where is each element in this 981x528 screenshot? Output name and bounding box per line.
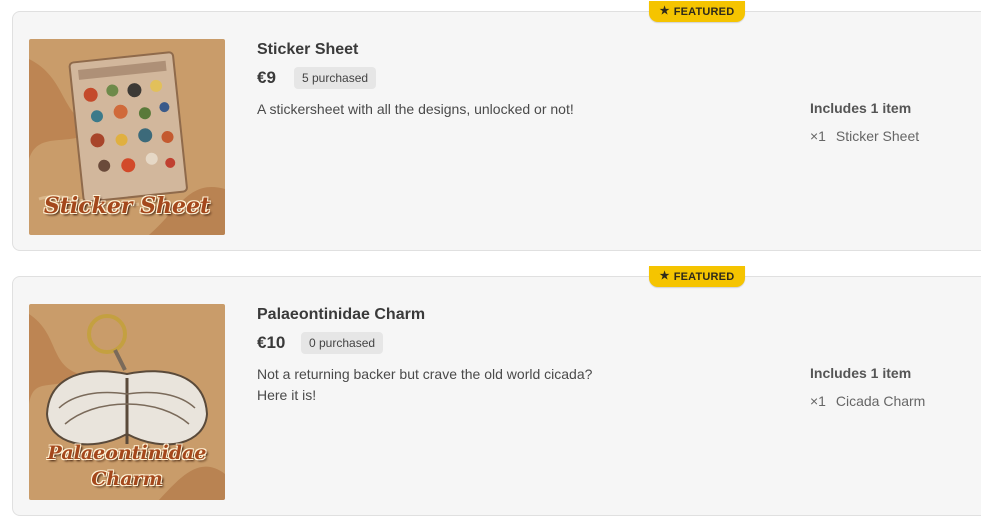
product-description: Not a returning backer but crave the old… <box>257 366 593 403</box>
star-icon: ★ <box>659 5 670 17</box>
item-name: Sticker Sheet <box>835 128 920 144</box>
star-icon: ★ <box>659 270 670 282</box>
featured-badge: ★ FEATURED <box>649 1 745 22</box>
product-price: €10 <box>257 333 286 352</box>
item-quantity: ×1 <box>810 128 826 144</box>
included-item: ×1 Sticker Sheet <box>810 128 919 144</box>
included-item: ×1 Cicada Charm <box>810 393 925 409</box>
product-card-sticker-sheet[interactable]: ★ FEATURED Sticker Sheet Sticker Sheet €… <box>12 1 981 251</box>
featured-label: FEATURED <box>673 270 735 283</box>
includes-label: Includes 1 item <box>810 100 912 116</box>
item-name: Cicada Charm <box>835 393 926 409</box>
featured-badge: ★ FEATURED <box>649 266 745 287</box>
product-image[interactable]: Sticker Sheet <box>29 39 225 235</box>
purchased-count-badge: 5 purchased <box>294 67 377 89</box>
includes-label: Includes 1 item <box>810 365 912 381</box>
product-image[interactable]: Palaeontinidae Charm <box>29 304 225 500</box>
product-price: €9 <box>257 68 276 87</box>
product-title[interactable]: Palaeontinidae Charm <box>257 306 425 324</box>
product-card-palaeontinidae-charm[interactable]: ★ FEATURED Palaeontinidae Charm Palaeont… <box>12 266 981 516</box>
product-title[interactable]: Sticker Sheet <box>257 41 358 59</box>
image-caption: Sticker Sheet <box>43 193 211 219</box>
featured-label: FEATURED <box>673 5 735 18</box>
image-caption: Palaeontinidae Charm <box>47 442 207 490</box>
purchased-count-badge: 0 purchased <box>301 332 384 354</box>
item-quantity: ×1 <box>810 393 826 409</box>
product-description: A stickersheet with all the designs, unl… <box>257 101 574 117</box>
